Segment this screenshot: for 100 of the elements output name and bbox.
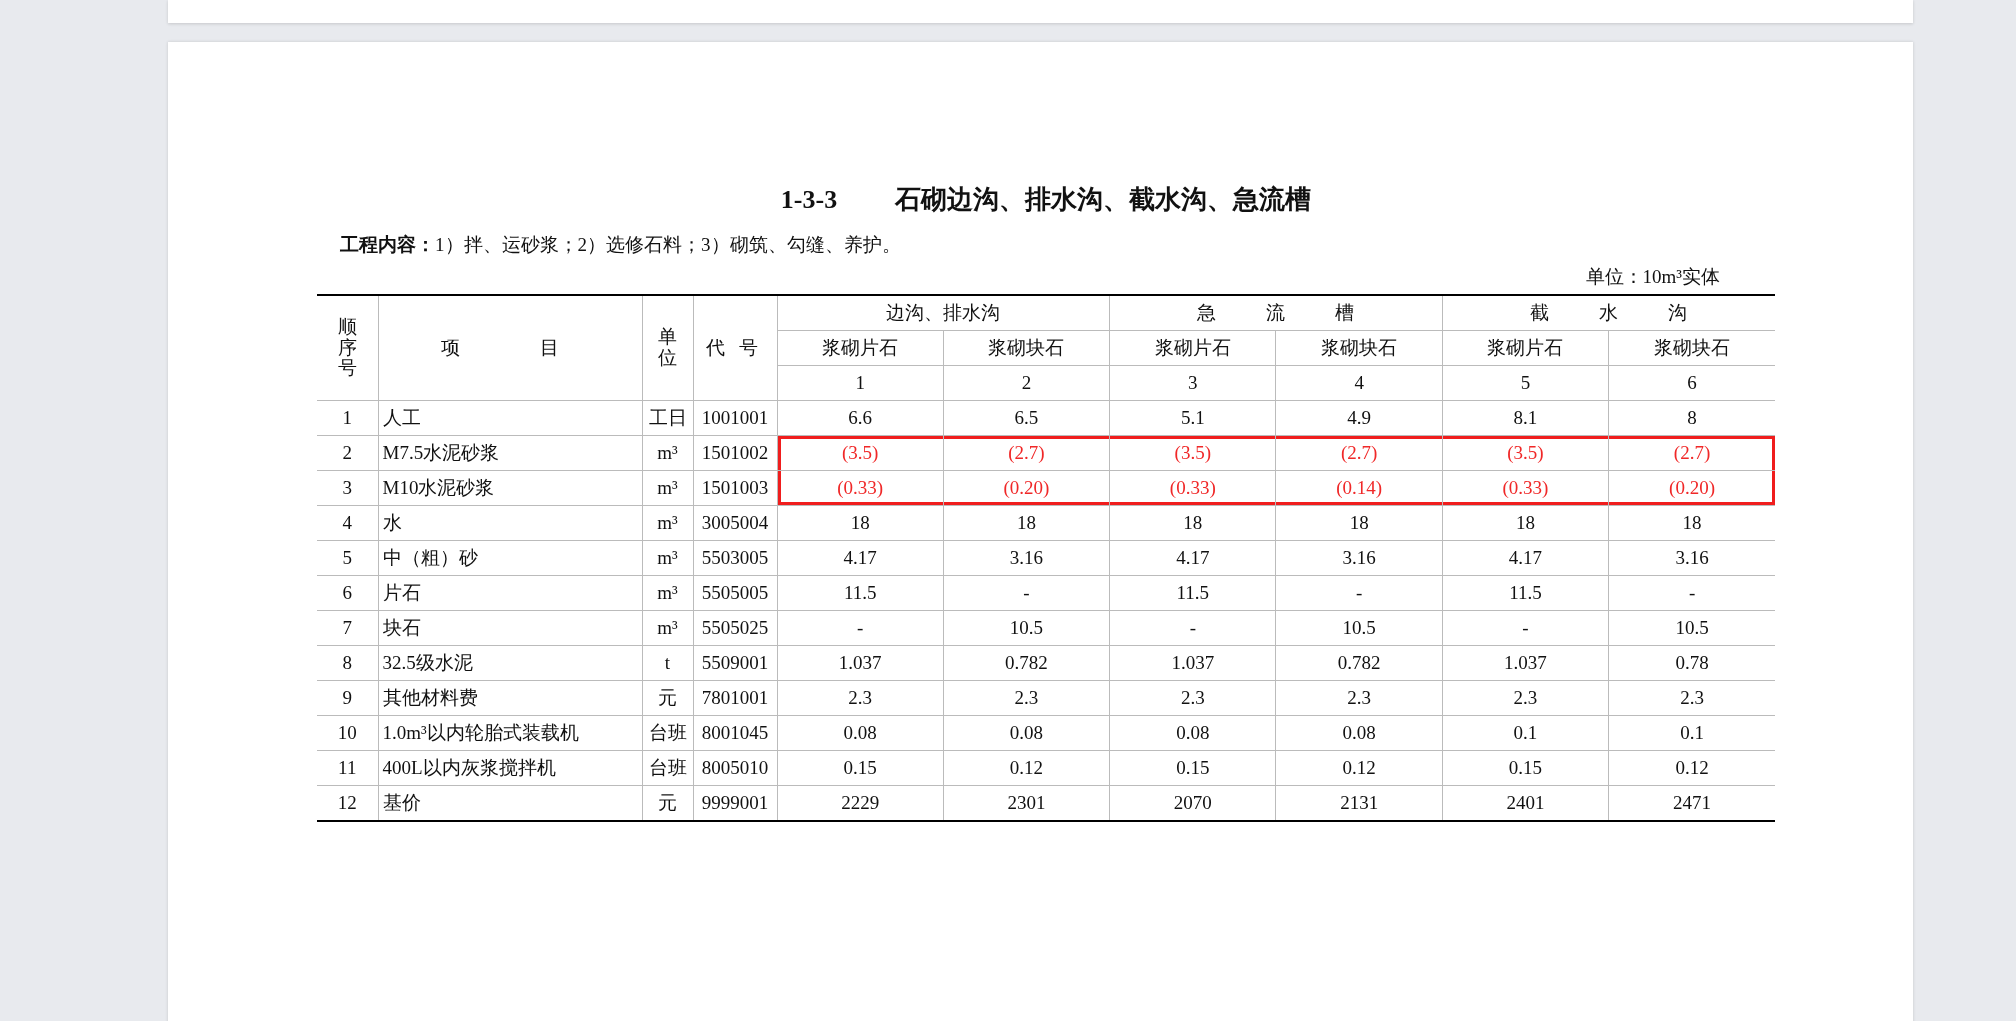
column-number: 2 <box>943 365 1110 401</box>
column-header: 项目 <box>378 295 642 401</box>
table-cell: 元 <box>642 680 693 716</box>
table-cell: 块石 <box>378 610 642 646</box>
table-cell: 1.037 <box>1442 645 1609 681</box>
table-cell: 3.16 <box>1276 540 1443 576</box>
table-cell: 2.3 <box>1442 680 1609 716</box>
table-cell: 8.1 <box>1442 400 1609 436</box>
table-cell: 水 <box>378 505 642 541</box>
table-cell: 18 <box>1276 505 1443 541</box>
table-cell: 0.1 <box>1442 715 1609 751</box>
table-cell: 0.12 <box>1276 750 1443 786</box>
table-cell: m³ <box>642 470 693 506</box>
table-cell: 2 <box>317 435 378 471</box>
column-header: 单位 <box>642 295 693 401</box>
table-cell: 0.08 <box>1109 715 1276 751</box>
table-cell: 0.08 <box>943 715 1110 751</box>
table-cell: 8005010 <box>693 750 777 786</box>
column-number: 5 <box>1442 365 1609 401</box>
table-cell: 9 <box>317 680 378 716</box>
column-number: 3 <box>1109 365 1276 401</box>
column-header: 浆砌片石 <box>1109 330 1276 366</box>
table-cell: m³ <box>642 435 693 471</box>
table-cell: 3.16 <box>943 540 1110 576</box>
table-cell: 0.782 <box>943 645 1110 681</box>
table-cell: 6.6 <box>777 400 944 436</box>
column-header: 顺序号 <box>317 295 378 401</box>
table-cell: (0.33) <box>1442 470 1609 506</box>
table-cell: 4.17 <box>1442 540 1609 576</box>
table-cell: (2.7) <box>1276 435 1443 471</box>
column-header: 浆砌块石 <box>943 330 1110 366</box>
table-cell: - <box>777 610 944 646</box>
table-cell: 片石 <box>378 575 642 611</box>
table-cell: 0.12 <box>943 750 1110 786</box>
table-cell: 11.5 <box>1442 575 1609 611</box>
table-cell: 4 <box>317 505 378 541</box>
table-cell: 4.17 <box>1109 540 1276 576</box>
column-number: 1 <box>777 365 944 401</box>
table-cell: 5505005 <box>693 575 777 611</box>
table-cell: 8 <box>317 645 378 681</box>
column-number: 4 <box>1276 365 1443 401</box>
table-cell: 2.3 <box>1276 680 1443 716</box>
table-cell: 18 <box>943 505 1110 541</box>
table-cell: m³ <box>642 540 693 576</box>
column-header: 浆砌片石 <box>1442 330 1609 366</box>
table-cell: (0.14) <box>1276 470 1443 506</box>
table-cell: m³ <box>642 575 693 611</box>
table-cell: 18 <box>1442 505 1609 541</box>
table-cell: (3.5) <box>777 435 944 471</box>
table-cell: 5.1 <box>1109 400 1276 436</box>
table-cell: 4.9 <box>1276 400 1443 436</box>
table-cell: 0.08 <box>777 715 944 751</box>
table-cell: (0.20) <box>943 470 1110 506</box>
unit-note: 单位：10m³实体 <box>1584 265 1720 289</box>
table-cell: 其他材料费 <box>378 680 642 716</box>
column-group-header: 边沟、排水沟 <box>777 295 1110 331</box>
table-cell: 2.3 <box>1109 680 1276 716</box>
table-cell: 台班 <box>642 750 693 786</box>
table-cell: 6.5 <box>943 400 1110 436</box>
table-cell: 7801001 <box>693 680 777 716</box>
table-cell: (2.7) <box>943 435 1110 471</box>
table-cell: 0.15 <box>1109 750 1276 786</box>
table-cell: 0.15 <box>777 750 944 786</box>
table-cell: 11.5 <box>777 575 944 611</box>
table-cell: - <box>1276 575 1443 611</box>
table-cell: 2.3 <box>777 680 944 716</box>
table-cell: 0.782 <box>1276 645 1443 681</box>
work-content-text: 工程内容：1）拌、运砂浆；2）选修石料；3）砌筑、勾缝、养护。 <box>340 232 902 257</box>
table-cell: (0.20) <box>1608 470 1775 506</box>
table-cell: 1501002 <box>693 435 777 471</box>
table-cell: 11 <box>317 750 378 786</box>
table-cell: - <box>1442 610 1609 646</box>
column-header: 代号 <box>693 295 777 401</box>
table-cell: M7.5水泥砂浆 <box>378 435 642 471</box>
column-group-header: 急流槽 <box>1109 295 1443 331</box>
table-cell: 0.08 <box>1276 715 1443 751</box>
table-cell: 10 <box>317 715 378 751</box>
table-cell: 10.5 <box>943 610 1110 646</box>
table-cell: (3.5) <box>1109 435 1276 471</box>
table-cell: 400L以内灰浆搅拌机 <box>378 750 642 786</box>
table-cell: 6 <box>317 575 378 611</box>
table-cell: 5 <box>317 540 378 576</box>
table-cell: 5509001 <box>693 645 777 681</box>
table-cell: 人工 <box>378 400 642 436</box>
table-cell: 1.0m³以内轮胎式装载机 <box>378 715 642 751</box>
table-cell: 4.17 <box>777 540 944 576</box>
table-cell: 1501003 <box>693 470 777 506</box>
table-cell: 台班 <box>642 715 693 751</box>
table-cell: 8001045 <box>693 715 777 751</box>
table-cell: 1.037 <box>1109 645 1276 681</box>
table-cell: 中（粗）砂 <box>378 540 642 576</box>
table-cell: 1001001 <box>693 400 777 436</box>
table-cell: 7 <box>317 610 378 646</box>
table-cell: 10.5 <box>1276 610 1443 646</box>
table-cell: m³ <box>642 505 693 541</box>
table-cell: 0.15 <box>1442 750 1609 786</box>
table-cell: 1 <box>317 400 378 436</box>
table-cell: 3 <box>317 470 378 506</box>
table-cell: 11.5 <box>1109 575 1276 611</box>
table-cell: (0.33) <box>1109 470 1276 506</box>
